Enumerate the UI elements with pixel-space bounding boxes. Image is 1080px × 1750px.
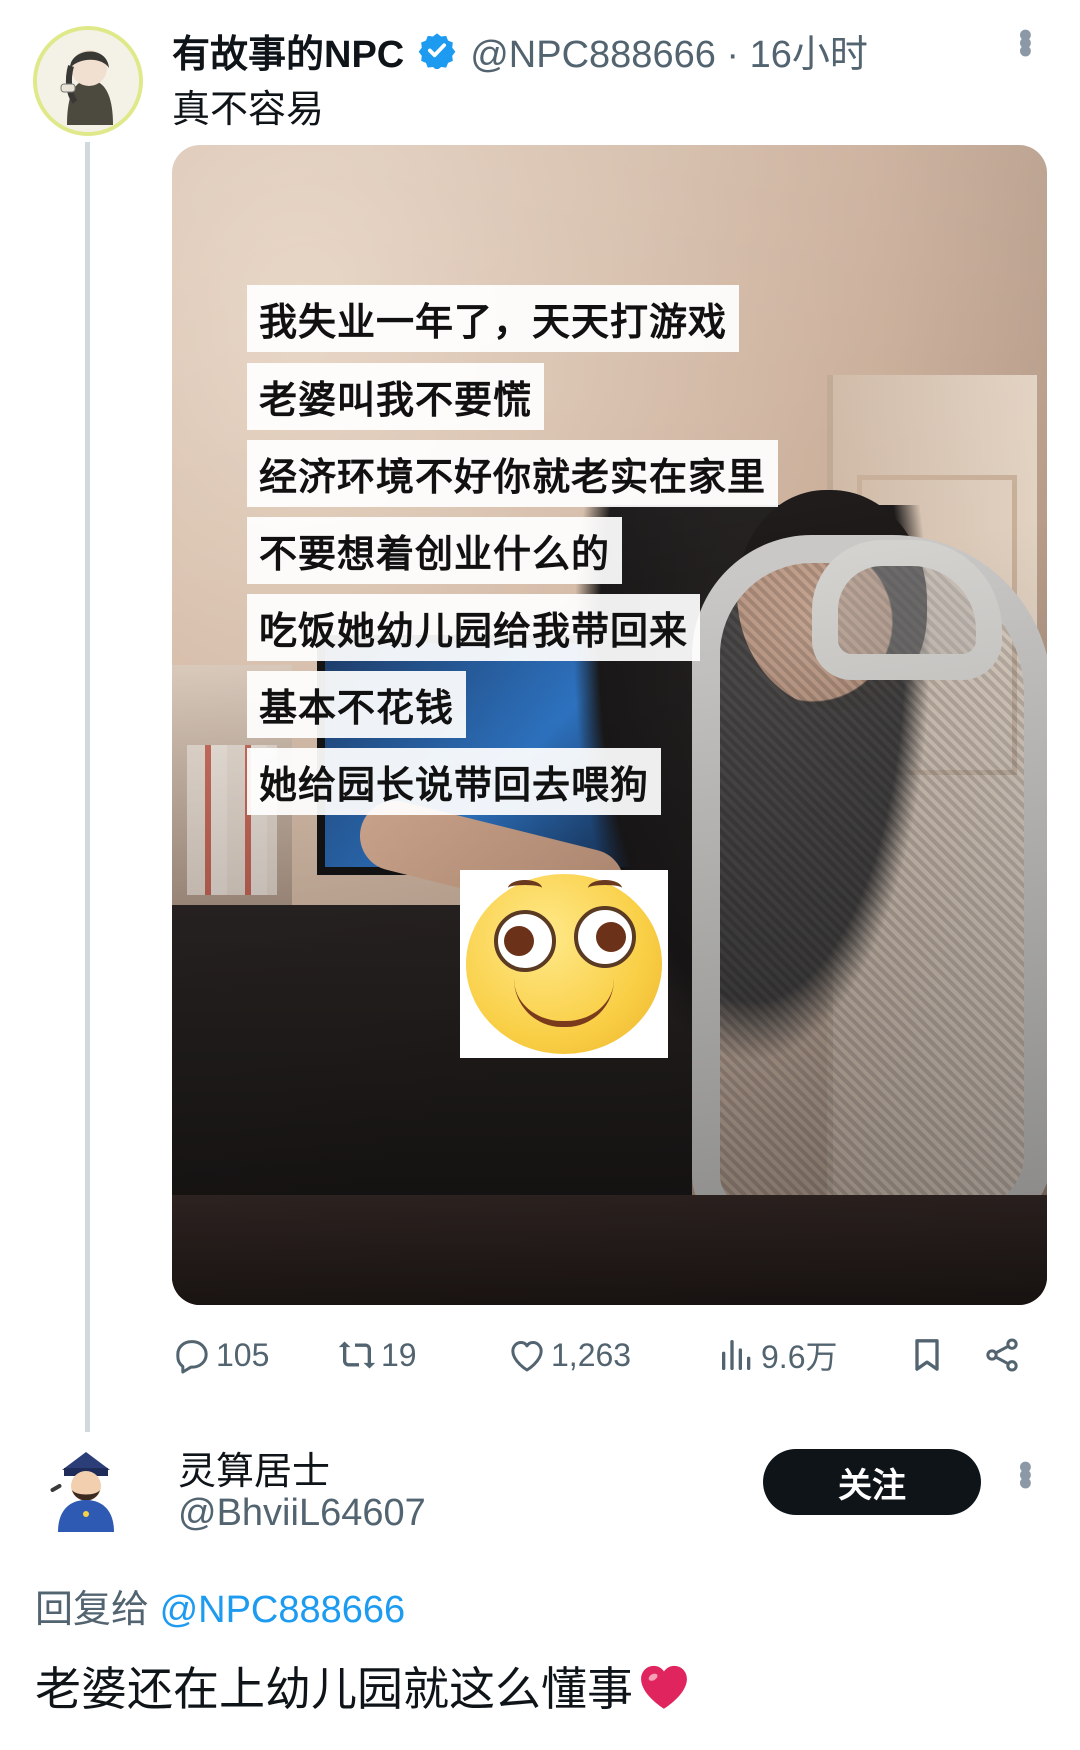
tweet-more-icon[interactable]: ••• <box>1003 28 1047 52</box>
tweet-action-bar: 105 19 1,263 9.6万 <box>172 1330 1047 1380</box>
verified-badge-icon <box>418 33 456 69</box>
emoji-brow-left <box>508 880 542 896</box>
author-name[interactable]: 有故事的NPC <box>172 23 404 78</box>
reply-author-avatar[interactable] <box>48 1446 124 1532</box>
reply-button[interactable]: 105 <box>172 1330 269 1380</box>
smiley-face-icon <box>466 874 662 1054</box>
tweet-thread-page: 有故事的NPC @NPC888666 · 16小时 ••• 真不容易 我失业一年… <box>0 0 1080 1750</box>
heart-outline-icon <box>511 1341 543 1372</box>
reply-to-mention-link[interactable]: @NPC888666 <box>160 1589 406 1631</box>
author-avatar-illustration <box>37 30 139 132</box>
reply-count: 105 <box>216 1336 270 1373</box>
tweet-header: 有故事的NPC @NPC888666 · 16小时 <box>172 26 868 76</box>
retweet-button[interactable]: 19 <box>337 1330 417 1380</box>
media-caption-line: 我失业一年了，天天打游戏 <box>247 285 740 352</box>
media-caption-line: 老婆叫我不要慌 <box>247 363 545 430</box>
retweet-count: 19 <box>381 1336 417 1373</box>
smiley-emoji-sticker <box>460 870 668 1058</box>
reply-author-handle[interactable]: @BhviiL64607 <box>178 1492 426 1535</box>
author-handle-time[interactable]: @NPC888666 · 16小时 <box>470 23 868 78</box>
media-caption-line: 她给园长说带回去喂狗 <box>247 748 662 815</box>
reply-text-body: 老婆还在上幼儿园就这么懂事 <box>35 1663 633 1715</box>
follow-button[interactable]: 关注 <box>763 1449 981 1515</box>
reply-to-prefix: 回复给 <box>35 1589 160 1631</box>
media-caption-line: 基本不花钱 <box>247 671 467 738</box>
emoji-mouth <box>514 979 614 1027</box>
retweet-icon <box>338 1341 376 1369</box>
reply-icon <box>176 1340 208 1374</box>
reply-author-name[interactable]: 灵算居士 <box>178 1440 330 1495</box>
share-icon <box>986 1338 1018 1372</box>
tweet-media-image[interactable]: 我失业一年了，天天打游戏 老婆叫我不要慌 经济环境不好你就老实在家里 不要想着创… <box>172 145 1047 1305</box>
bookmark-icon <box>915 1339 939 1371</box>
emoji-brow-right <box>588 880 622 896</box>
reply-to-line: 回复给 @NPC888666 <box>35 1578 405 1633</box>
bookmark-button[interactable] <box>907 1330 951 1380</box>
emoji-eye-left <box>494 910 556 972</box>
police-cartoon-avatar-icon <box>50 1452 114 1532</box>
views-bar-chart-icon <box>722 1340 751 1370</box>
media-caption-line: 吃饭她幼儿园给我带回来 <box>247 594 701 661</box>
emoji-eye-right <box>574 906 636 968</box>
emoji-pupil-left <box>504 926 534 956</box>
like-count: 1,263 <box>551 1336 632 1373</box>
emoji-pupil-right <box>596 922 626 952</box>
media-caption-line: 经济环境不好你就老实在家里 <box>247 440 779 507</box>
share-button[interactable] <box>982 1330 1026 1380</box>
media-caption-line: 不要想着创业什么的 <box>247 517 623 584</box>
reply-text: 老婆还在上幼儿园就这么懂事 <box>35 1653 691 1719</box>
reply-more-icon[interactable]: ••• <box>1003 1460 1047 1484</box>
thread-connector-line <box>85 142 90 1432</box>
views-count: 9.6万 <box>761 1339 838 1375</box>
red-heart-emoji-icon <box>641 1665 687 1709</box>
views-button[interactable]: 9.6万 <box>717 1330 838 1380</box>
author-avatar[interactable] <box>33 26 143 136</box>
tweet-text: 真不容易 <box>172 89 325 131</box>
like-button[interactable]: 1,263 <box>507 1330 631 1380</box>
